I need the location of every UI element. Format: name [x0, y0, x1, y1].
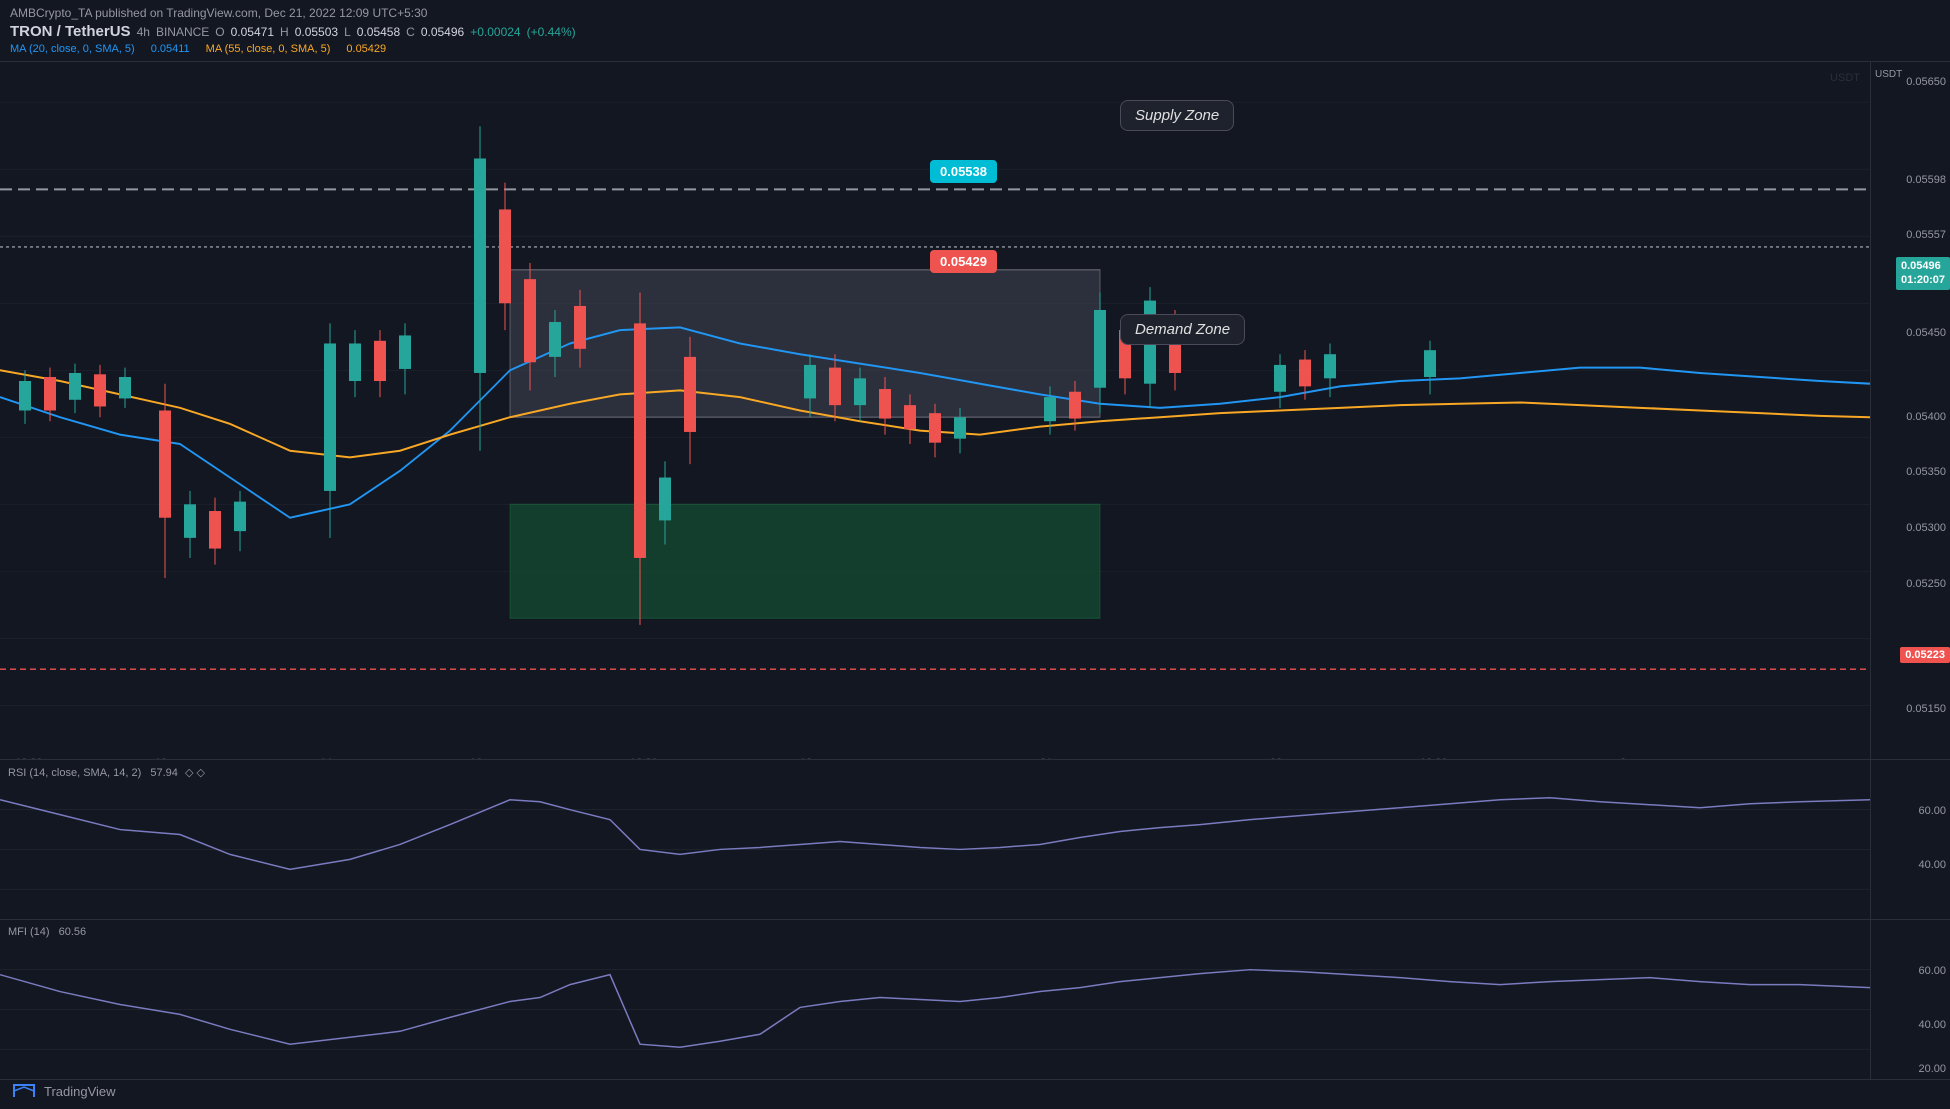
- rsi-symbols: ◇ ◇: [185, 767, 205, 779]
- supply-price-badge: 0.05538: [930, 160, 997, 183]
- mfi-20: 20.00: [1918, 1063, 1946, 1075]
- change-pct: (+0.44%): [527, 25, 576, 39]
- mfi-label: MFI (14): [8, 926, 50, 938]
- l-val: 0.05458: [357, 25, 400, 39]
- price-0.05400: 0.05400: [1906, 411, 1946, 423]
- timeframe: 4h: [137, 25, 150, 39]
- supply-zone-label: Supply Zone: [1135, 107, 1219, 124]
- usdt-label: USDT: [1875, 69, 1902, 80]
- demand-zone-label: Demand Zone: [1135, 321, 1230, 338]
- tv-logo-icon: [10, 1081, 38, 1101]
- rsi-label: RSI (14, close, SMA, 14, 2): [8, 767, 141, 779]
- rsi-60: 60.00: [1918, 805, 1946, 817]
- ma1-value: 0.05411: [151, 43, 190, 55]
- tradingview-logo: TradingView: [10, 1081, 116, 1101]
- rsi-chart: RSI (14, close, SMA, 14, 2) 57.94 ◇ ◇: [0, 760, 1870, 919]
- l-label: L: [344, 25, 351, 39]
- rsi-axis: 60.00 40.00: [1870, 760, 1950, 919]
- pair-name: TRON / TetherUS: [10, 23, 131, 40]
- price-demand-top: 0.05350: [1906, 466, 1946, 478]
- o-val: 0.05471: [231, 25, 274, 39]
- ma1-label: MA (20, close, 0, SMA, 5): [10, 43, 135, 55]
- mfi-value: 60.56: [59, 926, 87, 938]
- current-price-time: 01:20:07: [1901, 273, 1945, 287]
- price-0.05650: 0.05650: [1906, 76, 1946, 88]
- demand-zone-callout: Demand Zone: [1120, 314, 1245, 345]
- current-price-badge: 0.05496 01:20:07: [1896, 257, 1950, 290]
- change-val: +0.00024: [470, 25, 520, 39]
- time-axis: TradingView: [0, 1079, 1950, 1109]
- supply-zone-callout: Supply Zone: [1120, 100, 1234, 131]
- c-label: C: [406, 25, 415, 39]
- h-label: H: [280, 25, 289, 39]
- mfi-panel: MFI (14) 60.56 60.00 40.00 20.00: [0, 919, 1950, 1079]
- c-val: 0.05496: [421, 25, 464, 39]
- rsi-panel: RSI (14, close, SMA, 14, 2) 57.94 ◇ ◇ 60…: [0, 759, 1950, 919]
- price-chart[interactable]: Supply Zone Demand Zone 0.05538 0.05429 …: [0, 62, 1870, 759]
- o-label: O: [215, 25, 224, 39]
- exchange: BINANCE: [156, 25, 209, 39]
- price-dashed: 0.05598: [1906, 174, 1946, 186]
- h-val: 0.05503: [295, 25, 338, 39]
- top-bar: AMBCrypto_TA published on TradingView.co…: [0, 0, 1950, 62]
- ma55-price-badge: 0.05429: [930, 250, 997, 273]
- price-bottom: 0.05150: [1906, 703, 1946, 715]
- mfi-40: 40.00: [1918, 1019, 1946, 1031]
- price-dotted: 0.05557: [1906, 229, 1946, 241]
- rsi-40: 40.00: [1918, 859, 1946, 871]
- mfi-axis: 60.00 40.00 20.00: [1870, 920, 1950, 1079]
- ma2-label: MA (55, close, 0, SMA, 5): [206, 43, 331, 55]
- price-axis: 0.05650 0.05598 0.05557 0.05496 01:20:07…: [1870, 62, 1950, 759]
- mfi-60: 60.00: [1918, 965, 1946, 977]
- price-demand-bottom: 0.05300: [1906, 522, 1946, 534]
- rsi-value: 57.94: [150, 767, 178, 779]
- price-supply-bottom: 0.05450: [1906, 327, 1946, 339]
- price-0.05250: 0.05250: [1906, 578, 1946, 590]
- ma2-value: 0.05429: [346, 43, 386, 55]
- current-price-value: 0.05496: [1901, 259, 1945, 273]
- publisher-text: AMBCrypto_TA published on TradingView.co…: [10, 6, 427, 20]
- mfi-chart: MFI (14) 60.56: [0, 920, 1870, 1079]
- watermark: USDT: [1830, 72, 1860, 84]
- ma55-price-value: 0.05429: [940, 254, 987, 269]
- tradingview-text: TradingView: [44, 1084, 116, 1099]
- support-price-badge: 0.05223: [1900, 647, 1950, 663]
- supply-price-value: 0.05538: [940, 164, 987, 179]
- chart-container: AMBCrypto_TA published on TradingView.co…: [0, 0, 1950, 1109]
